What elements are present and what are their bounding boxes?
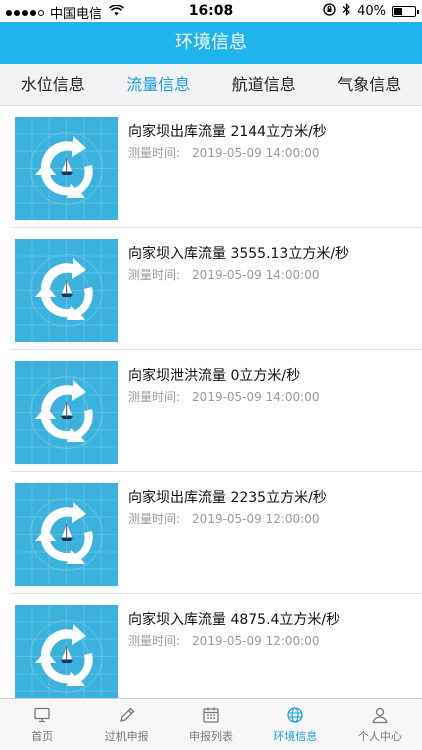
flow-thumbnail: [15, 605, 118, 698]
page-title: 环境信息: [175, 32, 247, 53]
tabbar-declare-list[interactable]: 申报列表: [169, 699, 253, 750]
bottom-tab-bar: 首页 过机申报 申报列表 环境信息 个人中心: [0, 698, 422, 750]
item-title: 向家坝入库流量 4875.4立方米/秒: [128, 612, 341, 628]
time-label: 测量时间:: [128, 146, 181, 160]
list-item[interactable]: 向家坝出库流量 2144立方米/秒 测量时间: 2019-05-09 14:00:…: [10, 106, 422, 228]
globe-icon: [253, 699, 337, 725]
time-label: 测量时间:: [128, 268, 181, 282]
bluetooth-icon: [342, 3, 351, 20]
pencil-icon: [84, 699, 168, 725]
tabbar-environment[interactable]: 环境信息: [253, 699, 337, 750]
item-title: 向家坝出库流量 2144立方米/秒: [128, 124, 327, 140]
tab-channel[interactable]: 航道信息: [211, 64, 317, 105]
tabbar-label: 申报列表: [189, 730, 234, 743]
item-title: 向家坝入库流量 3555.13立方米/秒: [128, 246, 350, 262]
orientation-lock-icon: [323, 3, 336, 20]
tabbar-label: 个人中心: [357, 730, 402, 743]
list-item[interactable]: 向家坝出库流量 2235立方米/秒 测量时间: 2019-05-09 12:00:…: [10, 472, 422, 594]
time-label: 测量时间:: [128, 512, 181, 526]
time-label: 测量时间:: [128, 390, 181, 404]
item-time: 2019-05-09 12:00:00: [192, 634, 320, 648]
tab-water-level[interactable]: 水位信息: [0, 64, 106, 105]
flow-thumbnail: [15, 483, 118, 586]
tabbar-home[interactable]: 首页: [0, 699, 84, 750]
list-item[interactable]: 向家坝入库流量 4875.4立方米/秒 测量时间: 2019-05-09 12:0…: [10, 594, 422, 698]
category-tabs: 水位信息 流量信息 航道信息 气象信息: [0, 64, 422, 106]
tabbar-label: 过机申报: [104, 730, 149, 743]
flow-thumbnail: [15, 117, 118, 220]
item-time: 2019-05-09 14:00:00: [192, 268, 320, 282]
flow-list: 向家坝出库流量 2144立方米/秒 测量时间: 2019-05-09 14:00:…: [0, 106, 422, 698]
nav-bar: 环境信息: [0, 22, 422, 64]
tab-weather[interactable]: 气象信息: [317, 64, 422, 105]
battery-icon: [392, 6, 419, 17]
list-item[interactable]: 向家坝泄洪流量 0立方米/秒 测量时间: 2019-05-09 14:00:00: [10, 350, 422, 472]
flow-thumbnail: [15, 239, 118, 342]
person-icon: [338, 699, 422, 725]
status-bar: 中国电信 16:08 40%: [0, 0, 422, 22]
calendar-icon: [169, 699, 253, 725]
list-item[interactable]: 向家坝入库流量 3555.13立方米/秒 测量时间: 2019-05-09 14:…: [10, 228, 422, 350]
tabbar-profile[interactable]: 个人中心: [338, 699, 422, 750]
item-time: 2019-05-09 12:00:00: [192, 512, 320, 526]
tabbar-label: 首页: [31, 730, 54, 743]
monitor-icon: [0, 699, 84, 725]
time-label: 测量时间:: [128, 634, 181, 648]
flow-thumbnail: [15, 361, 118, 464]
item-time: 2019-05-09 14:00:00: [192, 390, 320, 404]
tab-flow[interactable]: 流量信息: [106, 64, 212, 105]
item-time: 2019-05-09 14:00:00: [192, 146, 320, 160]
battery-percent: 40%: [357, 4, 386, 19]
item-title: 向家坝泄洪流量 0立方米/秒: [128, 368, 301, 384]
tabbar-lock-declare[interactable]: 过机申报: [84, 699, 168, 750]
item-title: 向家坝出库流量 2235立方米/秒: [128, 490, 327, 506]
tabbar-label: 环境信息: [273, 730, 318, 743]
